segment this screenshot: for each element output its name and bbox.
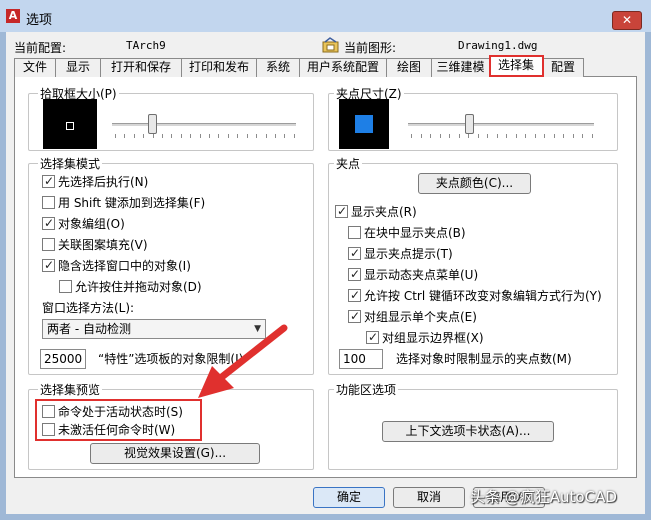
tab-open-save[interactable]: 打开和保存 [100,58,182,77]
close-button[interactable]: ✕ [612,11,642,30]
checkbox-label: 对组显示单个夹点(E) [364,310,477,324]
checkbox-ctrl-cycling[interactable]: 允许按 Ctrl 键循环改变对象编辑方式行为(Y) [348,287,602,304]
checkbox-associative-hatch[interactable]: 关联图案填充(V) [42,236,148,253]
checkbox-show-grips[interactable]: 显示夹点(R) [335,203,417,220]
tab-drafting[interactable]: 绘图 [386,58,432,77]
current-profile-value: TArch9 [126,39,166,52]
checkbox-box[interactable] [348,226,361,239]
current-drawing-value: Drawing1.dwg [458,39,538,52]
annotation-highlight-box [35,399,202,441]
checkbox-label: 允许按住并拖动对象(D) [75,280,202,294]
checkbox-box[interactable] [348,246,361,260]
tab-system[interactable]: 系统 [256,58,300,77]
tab-plot-publish[interactable]: 打印和发布 [181,58,257,77]
checkbox-box[interactable] [348,288,361,302]
grip-size-slider-track[interactable] [408,123,594,126]
checkbox-box[interactable] [42,216,55,230]
checkbox-noun-verb-selection[interactable]: 先选择后执行(N) [42,173,148,190]
grip-limit-input[interactable]: 100 [339,349,383,369]
pickbox-slider-track[interactable] [112,123,296,126]
properties-limit-input[interactable]: 25000 [40,349,86,369]
checkbox-grips-in-blocks[interactable]: 在块中显示夹点(B) [348,224,466,241]
selection-preview-label: 选择集预览 [38,381,103,398]
pickbox-preview [43,99,97,149]
checkbox-shift-add[interactable]: 用 Shift 键添加到选择集(F) [42,194,205,211]
grips-label: 夹点 [334,155,363,172]
checkbox-label: 对象编组(O) [58,217,125,231]
checkbox-single-grip-groups[interactable]: 对组显示单个夹点(E) [348,308,477,325]
checkbox-box[interactable] [348,267,361,281]
checkbox-label: 关联图案填充(V) [58,238,148,252]
active-tab-highlight [489,55,544,77]
current-drawing-label: 当前图形: [344,41,397,55]
tab-user-preferences[interactable]: 用户系统配置 [299,58,387,77]
checkbox-box[interactable] [366,330,379,344]
autocad-logo-icon: A [6,9,20,23]
visual-effect-settings-button[interactable]: 视觉效果设置(G)... [90,443,260,464]
checkbox-group-bounding-box[interactable]: 对组显示边界框(X) [366,329,484,346]
checkbox-label: 先选择后执行(N) [58,175,149,189]
checkbox-label: 显示夹点提示(T) [364,247,453,261]
checkbox-box[interactable] [42,258,55,272]
ok-button[interactable]: 确定 [313,487,385,508]
current-profile-label: 当前配置: [14,41,67,55]
drawing-file-icon [322,37,339,53]
window-title: 选项 [26,13,53,28]
pickbox-sample-icon [66,122,74,130]
title-bar[interactable]: A 选项 ✕ [0,0,651,32]
options-dialog: A 选项 ✕ 当前配置: TArch9 当前图形: Drawing1.dwg 文… [0,0,651,520]
checkbox-label: 显示夹点(R) [351,205,417,219]
tab-files[interactable]: 文件 [14,58,56,77]
checkbox-box[interactable] [42,238,55,251]
checkbox-label: 在块中显示夹点(B) [364,226,466,240]
checkbox-press-drag[interactable]: 允许按住并拖动对象(D) [59,278,202,295]
checkbox-label: 允许按 Ctrl 键循环改变对象编辑方式行为(Y) [364,289,602,303]
grip-size-preview [339,99,389,149]
grip-size-slider-thumb[interactable] [465,114,474,134]
checkbox-label: 对组显示边界框(X) [382,331,484,345]
checkbox-label: 显示动态夹点菜单(U) [364,268,479,282]
checkbox-box[interactable] [348,309,361,323]
pickbox-slider-thumb[interactable] [148,114,157,134]
grip-color-button[interactable]: 夹点颜色(C)... [418,173,531,194]
contextual-tab-states-button[interactable]: 上下文选项卡状态(A)... [382,421,554,442]
checkbox-object-grouping[interactable]: 对象编组(O) [42,215,125,232]
checkbox-label: 用 Shift 键添加到选择集(F) [58,196,206,210]
tab-profiles[interactable]: 配置 [542,58,584,77]
cancel-button[interactable]: 取消 [393,487,465,508]
tab-display[interactable]: 显示 [55,58,101,77]
checkbox-label: 隐含选择窗口中的对象(I) [58,259,191,273]
annotation-arrow-icon [198,324,288,398]
checkbox-grip-tips[interactable]: 显示夹点提示(T) [348,245,453,262]
selection-modes-label: 选择集模式 [38,155,103,172]
checkbox-implied-window[interactable]: 隐含选择窗口中的对象(I) [42,257,191,274]
grip-sample-icon [355,115,373,133]
grip-size-slider-ticks [411,134,593,138]
checkbox-box[interactable] [42,174,55,188]
tab-3d-modeling[interactable]: 三维建模 [431,58,490,77]
pickbox-slider-ticks [115,134,295,138]
ribbon-options-label: 功能区选项 [334,381,399,398]
watermark-text: 头条 @疯狂AutoCAD [470,488,617,506]
window-method-value: 两者 - 自动检测 [47,322,131,336]
window-method-label: 窗口选择方法(L): [42,301,135,315]
grip-limit-label: 选择对象时限制显示的夹点数(M) [396,352,572,366]
checkbox-box[interactable] [59,280,72,293]
checkbox-box[interactable] [335,204,348,218]
checkbox-dynamic-grip-menu[interactable]: 显示动态夹点菜单(U) [348,266,478,283]
checkbox-box[interactable] [42,196,55,209]
